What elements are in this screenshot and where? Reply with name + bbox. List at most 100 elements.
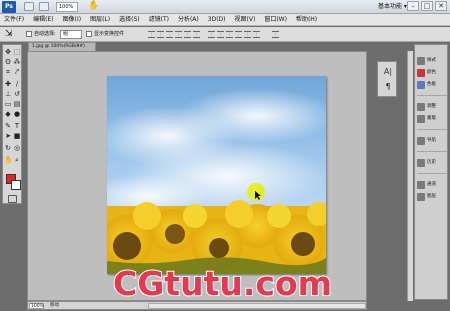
adjustments-icon (417, 103, 425, 111)
masks-panel-button[interactable]: 蒙版 (417, 113, 447, 125)
align-hcenter-icon[interactable] (184, 31, 191, 38)
auto-select-checkbox[interactable] (26, 31, 32, 37)
navigator-icon (417, 137, 425, 145)
menu-image[interactable]: 图像(I) (63, 14, 81, 26)
show-transform-checkbox[interactable] (86, 31, 92, 37)
lasso-icon[interactable]: ʘ (4, 58, 12, 66)
align-right-icon[interactable] (193, 31, 200, 38)
image-canvas[interactable] (107, 76, 326, 274)
status-zoom-field[interactable]: 100% (29, 303, 44, 309)
menu-edit[interactable]: 编辑(E) (33, 14, 53, 26)
dodge-icon[interactable]: ● (13, 110, 21, 118)
path-select-icon[interactable]: ➤ (4, 132, 12, 140)
character-panel-icon[interactable]: A| (382, 66, 394, 78)
history-brush-icon[interactable]: ↺ (13, 90, 21, 98)
menu-filter[interactable]: 滤镜(T) (149, 14, 169, 26)
styles-panel-button[interactable]: 样式 (417, 55, 447, 67)
align-top-icon[interactable] (148, 31, 155, 38)
titlebar-zoom-select[interactable]: 100% (56, 2, 78, 12)
masks-icon (417, 115, 425, 123)
color-panel-button[interactable]: 色板 (417, 79, 447, 91)
eyedropper-icon[interactable]: ⤤ (13, 68, 21, 76)
marquee-icon[interactable]: ⬚ (13, 48, 21, 56)
crop-icon[interactable]: ⌗ (4, 68, 12, 76)
document-tab[interactable]: 1.jpg @ 100%(RGB/8#) (28, 42, 96, 51)
styles-icon (417, 57, 425, 65)
distribute-left-icon[interactable] (235, 31, 242, 38)
brush-icon[interactable]: ∕ (13, 80, 21, 88)
healing-brush-icon[interactable]: ✚ (4, 80, 12, 88)
photoshop-logo: Ps (2, 1, 16, 13)
distribute-bottom-icon[interactable] (226, 31, 233, 38)
eraser-icon[interactable]: ▭ (4, 100, 12, 108)
workspace-switcher[interactable]: 基本功能 ▾ (378, 1, 407, 12)
shape-icon[interactable]: ■ (13, 132, 21, 140)
auto-align-buttons (272, 31, 279, 38)
menu-analysis[interactable]: 分析(A) (178, 14, 199, 26)
layers-panel-button[interactable]: 图层 (417, 191, 447, 203)
background-color-swatch[interactable] (11, 180, 21, 190)
menu-view[interactable]: 视图(V) (235, 14, 256, 26)
maximize-button[interactable]: □ (421, 1, 433, 11)
layers-icon (417, 193, 425, 201)
blur-icon[interactable]: ◆ (4, 110, 12, 118)
distribute-vcenter-icon[interactable] (217, 31, 224, 38)
tools-panel: ✥ ⬚ ʘ ⁂ ⌗ ⤤ ✚ ∕ ⊥ ↺ ▭ ▤ ◆ ● ✎ T ➤ ■ ↻ ◎ … (2, 44, 22, 204)
auto-select-dropdown[interactable]: 组 (60, 30, 82, 39)
move-icon[interactable]: ✥ (4, 48, 12, 56)
hand-tool-icon[interactable]: ✋ (88, 1, 99, 12)
navigator-panel-button[interactable]: 导航 (417, 135, 447, 147)
paragraph-panel-icon[interactable]: ¶ (382, 81, 394, 93)
align-bottom-icon[interactable] (166, 31, 173, 38)
minimize-button[interactable]: – (407, 1, 419, 11)
horizontal-scrollbar[interactable] (148, 303, 366, 309)
menu-file[interactable]: 文件(F) (4, 14, 24, 26)
quick-mask-icon[interactable] (8, 195, 17, 203)
channels-panel-button[interactable]: 通道 (417, 179, 447, 191)
pen-icon[interactable]: ✎ (4, 122, 12, 130)
dock-separator (417, 151, 447, 152)
swatches-icon (417, 69, 425, 77)
history-icon (417, 159, 425, 167)
adjustments-panel-button[interactable]: 调整 (417, 101, 447, 113)
distribute-buttons (208, 31, 260, 38)
distribute-right-icon[interactable] (253, 31, 260, 38)
menu-layer[interactable]: 图层(L) (90, 14, 110, 26)
minibridge-icon[interactable] (39, 2, 49, 11)
app-titlebar: Ps 100% ✋ 基本功能 ▾ – □ ✕ (0, 0, 450, 14)
zoom-icon[interactable]: ⌕ (13, 156, 21, 164)
menu-window[interactable]: 窗口(W) (264, 14, 287, 26)
history-panel-button[interactable]: 历史 (417, 157, 447, 169)
auto-align-icon[interactable] (272, 31, 279, 38)
titlebar-icons (24, 2, 49, 11)
magic-wand-icon[interactable]: ⁂ (13, 58, 21, 66)
character-paragraph-panel: A| ¶ (377, 61, 397, 97)
dock-separator (417, 173, 447, 174)
close-button[interactable]: ✕ (435, 1, 447, 11)
vertical-scrollbar[interactable] (407, 51, 413, 301)
type-icon[interactable]: T (13, 122, 21, 130)
options-bar: ⇲ 自动选择: 组 显示变换控件 (0, 27, 450, 42)
align-left-icon[interactable] (175, 31, 182, 38)
menu-select[interactable]: 选择(S) (119, 14, 140, 26)
sky-sunflower-photo (107, 76, 326, 274)
menu-help[interactable]: 帮助(H) (296, 14, 317, 26)
swatches-panel-button[interactable]: 颜色 (417, 67, 447, 79)
hand-icon[interactable]: ✋ (4, 156, 13, 164)
distribute-hcenter-icon[interactable] (244, 31, 251, 38)
3d-rotate-icon[interactable]: ↻ (4, 144, 12, 152)
gradient-icon[interactable]: ▤ (13, 100, 21, 108)
move-tool-icon[interactable]: ⇲ (5, 30, 13, 39)
window-controls: – □ ✕ (407, 1, 447, 11)
auto-select-label: 自动选择: (34, 31, 56, 37)
cursor-highlight-icon (247, 183, 265, 201)
menu-3d[interactable]: 3D(D) (208, 14, 226, 26)
status-doc-info: 移动 (50, 303, 59, 308)
dock-separator (417, 95, 447, 96)
3d-camera-icon[interactable]: ◎ (13, 144, 21, 152)
clone-stamp-icon[interactable]: ⊥ (4, 90, 12, 98)
menu-bar: 文件(F) 编辑(E) 图像(I) 图层(L) 选择(S) 滤镜(T) 分析(A… (0, 14, 450, 26)
bridge-icon[interactable] (24, 2, 34, 11)
align-vcenter-icon[interactable] (157, 31, 164, 38)
distribute-top-icon[interactable] (208, 31, 215, 38)
